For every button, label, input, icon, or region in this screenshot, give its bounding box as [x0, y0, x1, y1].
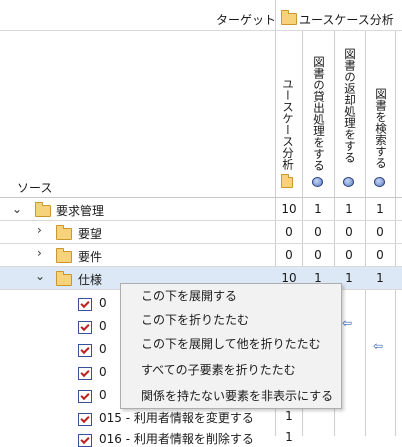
- menu-item-collapse-all-children[interactable]: すべての子要素を折りたたむ: [121, 360, 341, 380]
- chevron-right-icon[interactable]: ›: [37, 224, 42, 236]
- chevron-down-icon[interactable]: ⌄: [12, 203, 22, 215]
- cell-value: 1: [314, 202, 322, 216]
- row-label: 要求管理: [56, 204, 105, 218]
- column-label: 図書を検索する: [374, 88, 388, 169]
- usecase-icon: [374, 177, 385, 187]
- cell-value: 0: [314, 225, 322, 239]
- column-label: 図書の返却処理をする: [343, 48, 357, 163]
- cell-value: 0: [345, 225, 353, 239]
- requirement-icon: [78, 367, 92, 380]
- folder-icon: [35, 202, 51, 217]
- folder-icon: [56, 271, 72, 286]
- target-header-label: ターゲット: [216, 13, 277, 27]
- chevron-right-icon[interactable]: ›: [37, 247, 42, 259]
- cell-value: 1: [285, 409, 293, 423]
- row-label: 仕様: [78, 273, 103, 287]
- cell-value: 1: [376, 271, 384, 285]
- cell-value: 0: [314, 248, 322, 262]
- cell-value: 0: [376, 225, 384, 239]
- menu-item-expand-below[interactable]: この下を展開する: [121, 286, 341, 306]
- arrow-left-icon: ⇦: [373, 339, 384, 353]
- usecase-icon: [343, 177, 354, 187]
- folder-icon: [281, 10, 297, 25]
- folder-icon: [281, 174, 293, 188]
- row-label: 要望: [78, 227, 103, 241]
- folder-icon: [56, 248, 72, 263]
- column-label: ユースケース分析: [281, 78, 295, 170]
- row-label: 0: [99, 296, 107, 310]
- folder-icon: [56, 225, 72, 240]
- menu-item-hide-unrelated[interactable]: 関係を持たない要素を非表示にする: [121, 386, 341, 406]
- cell-value: 0: [285, 248, 293, 262]
- requirement-icon: [78, 298, 92, 311]
- cell-value: 1: [285, 430, 293, 444]
- cell-value: 1: [345, 202, 353, 216]
- target-group-label[interactable]: ユースケース分析: [299, 11, 394, 28]
- row-label: 要件: [78, 250, 103, 264]
- source-header-label: ソース: [17, 181, 53, 195]
- requirement-icon: [78, 390, 92, 403]
- chevron-down-icon[interactable]: ⌄: [35, 270, 45, 282]
- usecase-icon: [312, 177, 323, 187]
- requirement-icon: [78, 321, 92, 334]
- row-label: 0: [99, 342, 107, 356]
- row-label: 0: [99, 319, 107, 333]
- menu-item-collapse-below[interactable]: この下を折りたたむ: [121, 310, 341, 330]
- row-label: 0: [99, 365, 107, 379]
- requirement-icon: [78, 413, 92, 426]
- cell-value: 0: [345, 248, 353, 262]
- cell-value: 10: [281, 202, 297, 216]
- cell-value: 1: [376, 202, 384, 216]
- requirement-icon: [78, 344, 92, 357]
- arrow-left-icon: ⇦: [342, 316, 353, 330]
- row-label: 015 - 利用者情報を変更する: [99, 411, 254, 425]
- cell-value: 0: [285, 225, 293, 239]
- cell-value: 0: [376, 248, 384, 262]
- menu-item-expand-collapse-others[interactable]: この下を展開して他を折りたたむ: [121, 334, 341, 354]
- column-label: 図書の貸出処理をする: [312, 56, 326, 171]
- row-label: 0: [99, 388, 107, 402]
- context-menu: この下を展開する この下を折りたたむ この下を展開して他を折りたたむ すべての子…: [120, 283, 342, 409]
- row-label: 016 - 利用者情報を削除する: [99, 432, 254, 446]
